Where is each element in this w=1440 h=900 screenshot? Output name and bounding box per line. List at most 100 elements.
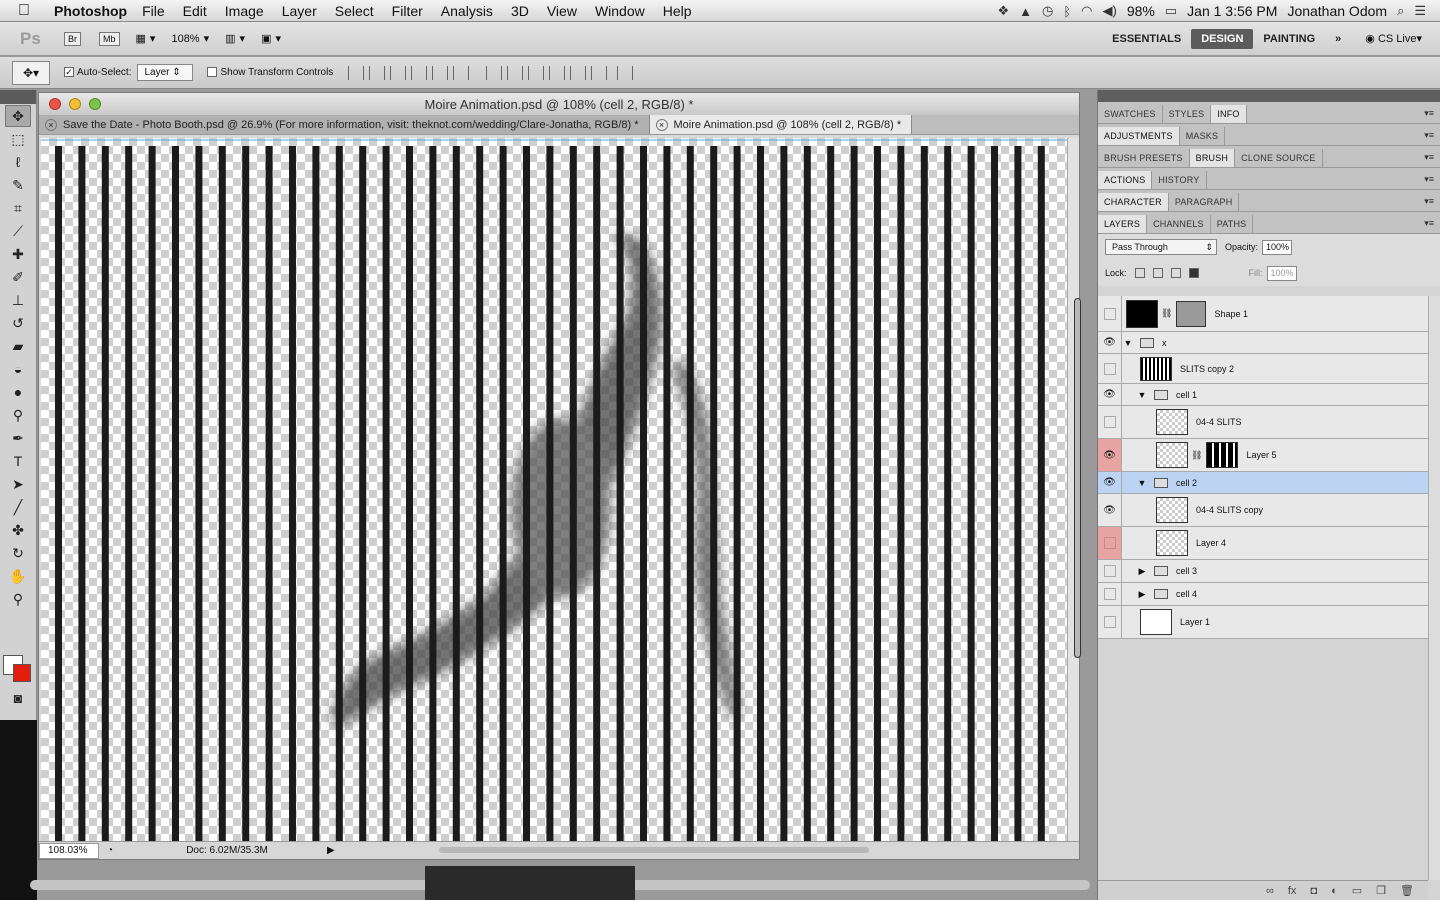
- align-hcenter-icon[interactable]: [432, 65, 449, 80]
- hand-tool-icon[interactable]: ✋: [5, 565, 31, 587]
- scroll-thumb[interactable]: [1074, 298, 1081, 658]
- layers-scrollbar[interactable]: [1428, 296, 1440, 880]
- layer-row[interactable]: 👁 ▼ x: [1098, 332, 1428, 354]
- visibility-toggle[interactable]: [1098, 406, 1122, 438]
- lock-transparency-icon[interactable]: [1134, 268, 1145, 278]
- align-bottom-icon[interactable]: [390, 65, 407, 80]
- tab-paths[interactable]: PATHS: [1211, 215, 1254, 233]
- lock-position-icon[interactable]: [1170, 268, 1181, 278]
- expand-triangle-icon[interactable]: ▼: [1122, 338, 1134, 348]
- workspace-design[interactable]: DESIGN: [1191, 28, 1254, 49]
- lock-all-icon[interactable]: [1188, 268, 1199, 278]
- battery-icon[interactable]: ▭: [1165, 3, 1177, 19]
- 3d-rotate-tool-icon[interactable]: ✤: [5, 519, 31, 541]
- type-tool-icon[interactable]: T: [5, 450, 31, 472]
- zoom-level-dropdown[interactable]: 108% ▾: [171, 32, 209, 46]
- status-zoom-field[interactable]: 108.03%: [39, 842, 99, 859]
- lasso-tool-icon[interactable]: ℓ: [5, 151, 31, 173]
- visibility-toggle[interactable]: [1098, 354, 1122, 383]
- app-menu[interactable]: Photoshop: [54, 3, 127, 19]
- visibility-toggle[interactable]: 👁: [1098, 439, 1122, 471]
- layer-row[interactable]: SLITS copy 2: [1098, 354, 1428, 384]
- collapse-triangle-icon[interactable]: ▶: [1136, 566, 1148, 577]
- panel-menu-icon[interactable]: ▾≡: [1424, 152, 1434, 163]
- horizontal-scroll-thumb[interactable]: [439, 847, 869, 853]
- tab-swatches[interactable]: SWATCHES: [1098, 105, 1163, 123]
- auto-align-icon[interactable]: [617, 65, 634, 80]
- visibility-toggle[interactable]: 👁: [1098, 332, 1122, 353]
- volume-icon[interactable]: ◀): [1103, 3, 1117, 19]
- align-top-icon[interactable]: [348, 65, 365, 80]
- more-workspaces-button[interactable]: »: [1325, 29, 1351, 49]
- panel-menu-icon[interactable]: ▾≡: [1424, 218, 1434, 229]
- menu-edit[interactable]: Edit: [183, 3, 207, 19]
- layer-row[interactable]: 👁 04-4 SLITS copy: [1098, 494, 1428, 527]
- auto-select-target-select[interactable]: Layer ⇕: [137, 64, 194, 81]
- visibility-toggle[interactable]: 👁: [1098, 494, 1122, 526]
- expand-triangle-icon[interactable]: ▼: [1136, 478, 1148, 488]
- quick-select-tool-icon[interactable]: ✎: [5, 174, 31, 196]
- tab-styles[interactable]: STYLES: [1163, 105, 1212, 123]
- layer-row[interactable]: ⛓ Shape 1: [1098, 296, 1428, 332]
- view-extras-dropdown[interactable]: ▦ ▾: [136, 32, 156, 45]
- tab-layers[interactable]: LAYERS: [1098, 215, 1148, 233]
- move-tool-icon[interactable]: ✥: [5, 105, 31, 127]
- menu-window[interactable]: Window: [595, 3, 645, 19]
- blur-tool-icon[interactable]: ●: [5, 381, 31, 403]
- tab-clone-source[interactable]: CLONE SOURCE: [1235, 149, 1323, 167]
- align-vcenter-icon[interactable]: [369, 65, 386, 80]
- quick-mask-icon[interactable]: ◙: [5, 687, 31, 709]
- document-titlebar[interactable]: Moire Animation.psd @ 108% (cell 2, RGB/…: [39, 93, 1079, 115]
- eject-icon[interactable]: ▲: [1019, 4, 1032, 19]
- menu-image[interactable]: Image: [225, 3, 264, 19]
- workspace-essentials[interactable]: ESSENTIALS: [1102, 29, 1191, 49]
- pen-tool-icon[interactable]: ✒: [5, 427, 31, 449]
- tab-brush[interactable]: BRUSH: [1189, 149, 1236, 167]
- menu-filter[interactable]: Filter: [392, 3, 423, 19]
- dropbox-icon[interactable]: ❖: [997, 3, 1009, 19]
- close-tab-icon[interactable]: ×: [45, 118, 57, 131]
- status-menu-arrow-icon[interactable]: ▶: [327, 845, 335, 856]
- close-tab-icon[interactable]: ×: [655, 118, 668, 131]
- menu-analysis[interactable]: Analysis: [441, 3, 493, 19]
- tab-brush-presets[interactable]: BRUSH PRESETS: [1098, 149, 1190, 167]
- new-group-icon[interactable]: ▭: [1352, 884, 1362, 897]
- status-preview-icon[interactable]: ◔: [107, 845, 113, 856]
- zoom-tool-icon[interactable]: ⚲: [5, 588, 31, 610]
- 3d-orbit-tool-icon[interactable]: ↻: [5, 542, 31, 564]
- menu-help[interactable]: Help: [663, 3, 692, 19]
- visibility-toggle[interactable]: [1098, 606, 1122, 638]
- tab-history[interactable]: HISTORY: [1152, 171, 1207, 189]
- tab-paragraph[interactable]: PARAGRAPH: [1169, 193, 1240, 211]
- distribute-right-icon[interactable]: [591, 65, 608, 80]
- minimize-window-button[interactable]: [69, 98, 81, 110]
- user-name[interactable]: Jonathan Odom: [1287, 3, 1387, 19]
- adjustment-layer-icon[interactable]: ◐: [1331, 885, 1338, 897]
- link-layers-icon[interactable]: ∞: [1266, 885, 1274, 897]
- tools-grip[interactable]: [0, 90, 36, 104]
- list-icon[interactable]: ☰: [1414, 3, 1426, 19]
- tab-character[interactable]: CHARACTER: [1098, 193, 1169, 211]
- delete-layer-icon[interactable]: 🗑: [1400, 884, 1414, 897]
- crop-tool-icon[interactable]: ⌗: [5, 197, 31, 219]
- screen-mode-dropdown[interactable]: ▣ ▾: [261, 32, 281, 45]
- apple-icon[interactable]: : [18, 2, 42, 20]
- mini-bridge-button[interactable]: Mb: [99, 31, 120, 46]
- marquee-tool-icon[interactable]: ⬚: [5, 128, 31, 150]
- healing-tool-icon[interactable]: ✚: [5, 243, 31, 265]
- menu-select[interactable]: Select: [335, 3, 374, 19]
- close-window-button[interactable]: [49, 98, 61, 110]
- distribute-top-icon[interactable]: [486, 65, 503, 80]
- eraser-tool-icon[interactable]: ▰: [5, 335, 31, 357]
- line-tool-icon[interactable]: ╱: [5, 496, 31, 518]
- background-color-swatch[interactable]: [13, 664, 31, 682]
- new-layer-icon[interactable]: ❐: [1376, 884, 1386, 897]
- auto-select-checkbox[interactable]: ✓ Auto-Select:: [64, 67, 131, 78]
- tab-masks[interactable]: MASKS: [1180, 127, 1226, 145]
- visibility-toggle[interactable]: [1098, 560, 1122, 582]
- add-mask-icon[interactable]: ◘: [1310, 885, 1317, 897]
- panel-menu-icon[interactable]: ▾≡: [1424, 108, 1434, 119]
- move-tool-preset[interactable]: ✥▾: [12, 60, 50, 85]
- menu-view[interactable]: View: [547, 3, 577, 19]
- gradient-tool-icon[interactable]: ◒: [5, 358, 31, 380]
